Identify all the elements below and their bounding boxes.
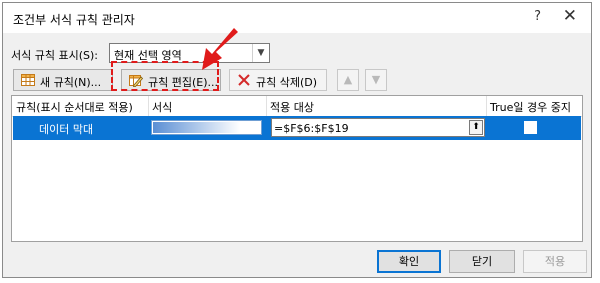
applies-to-input[interactable]: =$F$6:$F$19 ⬆ bbox=[271, 118, 485, 137]
move-down-button[interactable]: ▼ bbox=[365, 69, 387, 91]
column-divider bbox=[148, 96, 149, 116]
scope-dropdown[interactable]: 현재 선택 영역 ▼ bbox=[109, 43, 270, 63]
rule-name: 데이터 막대 bbox=[39, 123, 94, 136]
format-preview-databar bbox=[151, 120, 262, 135]
edit-rule-label: 규칙 편집(E)... bbox=[148, 76, 218, 89]
rule-row[interactable]: 데이터 막대 =$F$6:$F$19 ⬆ bbox=[13, 116, 581, 140]
delete-x-icon bbox=[238, 74, 250, 86]
delete-rule-label: 규칙 삭제(D) bbox=[256, 76, 318, 89]
arrow-down-icon: ▼ bbox=[371, 73, 381, 86]
column-divider bbox=[486, 96, 487, 116]
red-arrow-annotation bbox=[202, 28, 238, 70]
collapse-dialog-icon[interactable]: ⬆ bbox=[469, 120, 483, 135]
databar-fill bbox=[153, 122, 241, 133]
rules-grid: 규칙(표시 순서대로 적용) 서식 적용 대상 True일 경우 중지 데이터 … bbox=[11, 95, 583, 242]
grid-header: 규칙(표시 순서대로 적용) 서식 적용 대상 True일 경우 중지 bbox=[12, 96, 582, 117]
apply-button[interactable]: 적용 bbox=[523, 250, 587, 273]
close-icon[interactable]: ✕ bbox=[563, 6, 577, 26]
help-button[interactable]: ? bbox=[534, 9, 541, 24]
column-header-format[interactable]: 서식 bbox=[152, 99, 172, 115]
new-rule-label: 새 규칙(N)... bbox=[40, 76, 102, 89]
column-header-stop-if-true[interactable]: True일 경우 중지 bbox=[490, 99, 571, 115]
conditional-format-rules-manager-dialog: 조건부 서식 규칙 관리자 ? ✕ 서식 규칙 표시(S): 현재 선택 영역 … bbox=[2, 2, 592, 278]
chevron-down-icon[interactable]: ▼ bbox=[252, 44, 269, 62]
column-header-rule[interactable]: 규칙(표시 순서대로 적용) bbox=[16, 99, 133, 115]
ok-button[interactable]: 확인 bbox=[377, 250, 441, 273]
arrow-up-icon: ▲ bbox=[343, 73, 353, 86]
close-button[interactable]: 닫기 bbox=[449, 250, 515, 273]
column-divider bbox=[266, 96, 267, 116]
scope-label: 서식 규칙 표시(S): bbox=[11, 49, 98, 62]
table-icon bbox=[21, 74, 35, 86]
applies-to-value: =$F$6:$F$19 bbox=[274, 122, 349, 135]
dialog-title: 조건부 서식 규칙 관리자 bbox=[13, 13, 135, 27]
title-bar: 조건부 서식 규칙 관리자 ? ✕ bbox=[3, 3, 591, 33]
stop-if-true-checkbox[interactable] bbox=[524, 121, 537, 134]
edit-table-icon bbox=[129, 75, 143, 87]
column-header-applies-to[interactable]: 적용 대상 bbox=[270, 99, 314, 115]
move-up-button[interactable]: ▲ bbox=[337, 69, 359, 91]
new-rule-button[interactable]: 새 규칙(N)... bbox=[13, 69, 113, 91]
scope-selected-value: 현재 선택 영역 bbox=[114, 49, 182, 62]
